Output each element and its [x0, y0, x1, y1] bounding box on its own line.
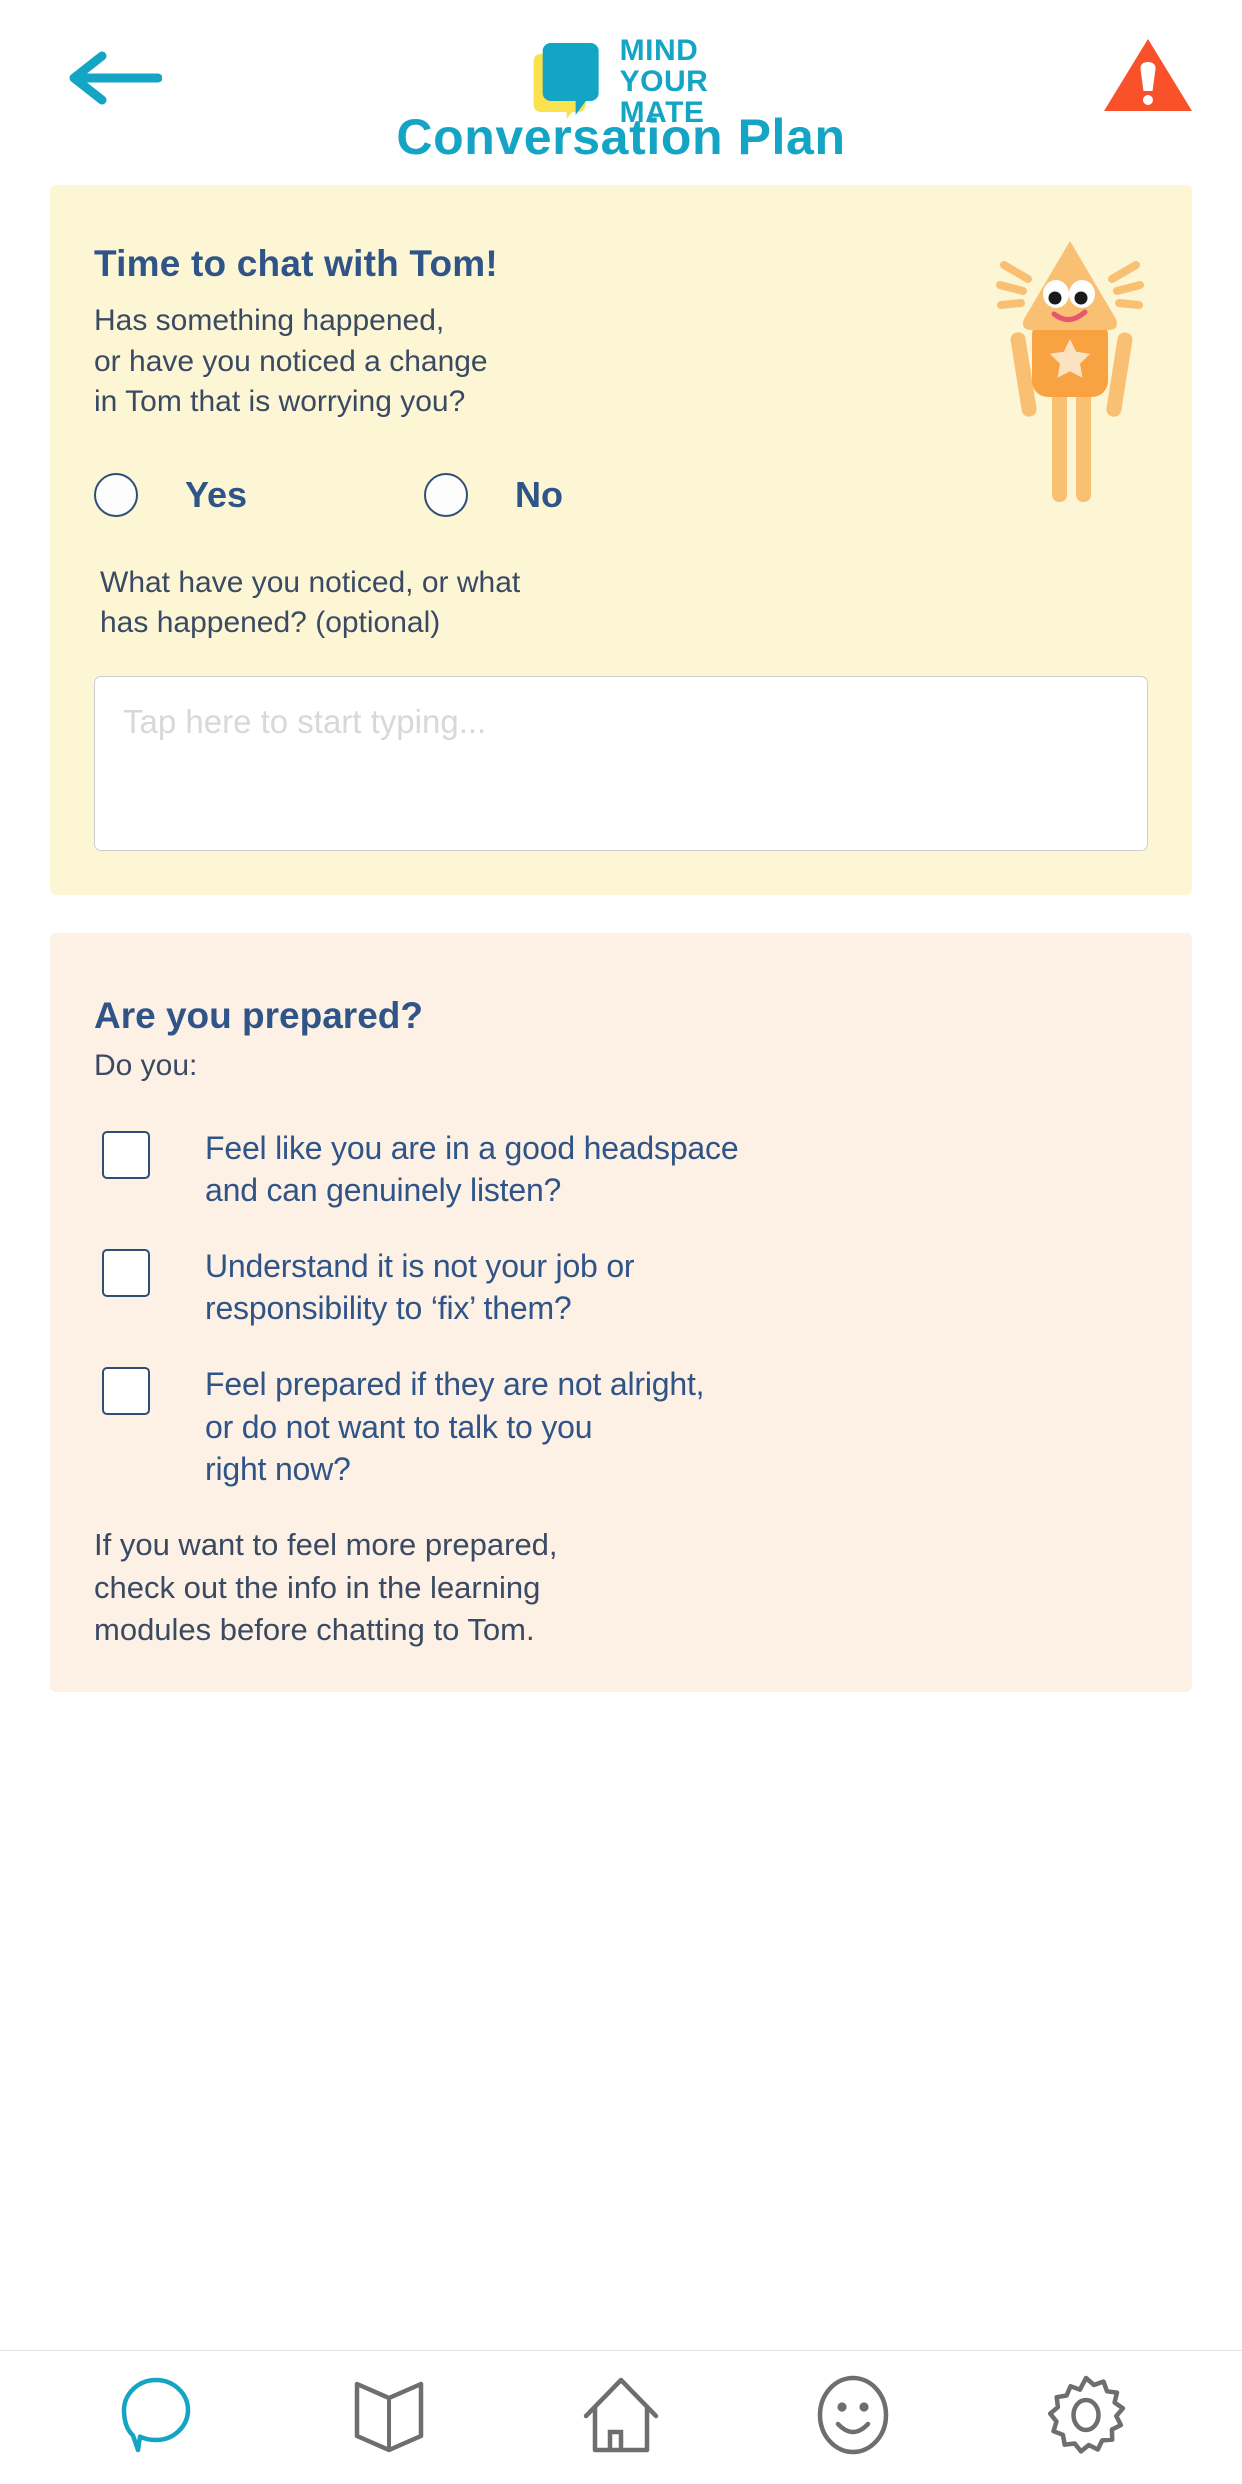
checklist-item[interactable]: Feel like you are in a good headspace an… [94, 1127, 1148, 1211]
smiley-face-icon [812, 2374, 894, 2461]
radio-option-yes[interactable]: Yes [94, 472, 424, 517]
nav-item-settings[interactable] [1031, 2372, 1141, 2464]
notes-textarea[interactable]: Tap here to start typing... [94, 675, 1148, 851]
checkbox-headspace[interactable] [102, 1130, 150, 1179]
nav-item-home[interactable] [566, 2372, 676, 2464]
radio-circle-yes[interactable] [94, 472, 138, 517]
checkbox-prepared-if-not-alright[interactable] [102, 1367, 150, 1416]
scroll-content[interactable]: Time to chat with Tom! Has something hap… [0, 185, 1242, 2350]
alert-triangle-icon[interactable] [1102, 36, 1194, 114]
nav-item-mood[interactable] [798, 2372, 908, 2464]
radio-label-yes: Yes [185, 473, 248, 515]
app-header: MIND YOUR MATE Conversation Plan [0, 0, 1242, 185]
logo-line-1: MIND [619, 34, 699, 67]
checklist-item[interactable]: Understand it is not your job or respons… [94, 1245, 1148, 1329]
home-icon [580, 2374, 662, 2461]
open-book-icon [351, 2374, 427, 2461]
chat-card: Time to chat with Tom! Has something hap… [50, 185, 1192, 895]
page-title: Conversation Plan [396, 109, 846, 165]
app-screen: MIND YOUR MATE Conversation Plan Time to… [0, 0, 1242, 2484]
mascot-character-icon [990, 227, 1150, 507]
chat-card-subtitle: Has something happened, or have you noti… [94, 304, 488, 418]
prepared-card: Are you prepared? Do you: Feel like you … [50, 932, 1192, 1692]
optional-question-label: What have you noticed, or what has happe… [100, 565, 521, 640]
logo-line-2: YOUR [619, 65, 709, 99]
prepared-card-footer: If you want to feel more prepared, check… [94, 1527, 558, 1648]
notes-textarea-placeholder: Tap here to start typing... [123, 702, 487, 740]
back-arrow-icon[interactable] [66, 48, 163, 108]
checklist-label: Feel like you are in a good headspace an… [205, 1129, 739, 1208]
speech-bubble-icon [116, 2374, 196, 2461]
nav-item-learn[interactable] [334, 2372, 444, 2464]
bottom-navigation-bar [0, 2350, 1242, 2484]
prepared-card-subtitle: Do you: [94, 1048, 198, 1082]
nav-item-chat[interactable] [101, 2372, 211, 2464]
radio-circle-no[interactable] [424, 472, 468, 517]
gear-icon [1044, 2373, 1128, 2462]
checklist-label: Understand it is not your job or respons… [205, 1247, 635, 1327]
checklist-label: Feel prepared if they are not alright, o… [205, 1366, 705, 1487]
radio-label-no: No [515, 473, 563, 515]
checkbox-not-your-job[interactable] [102, 1248, 150, 1297]
checklist-item[interactable]: Feel prepared if they are not alright, o… [94, 1363, 1148, 1490]
prepared-card-title: Are you prepared? [94, 994, 423, 1036]
radio-option-no[interactable]: No [424, 472, 563, 517]
